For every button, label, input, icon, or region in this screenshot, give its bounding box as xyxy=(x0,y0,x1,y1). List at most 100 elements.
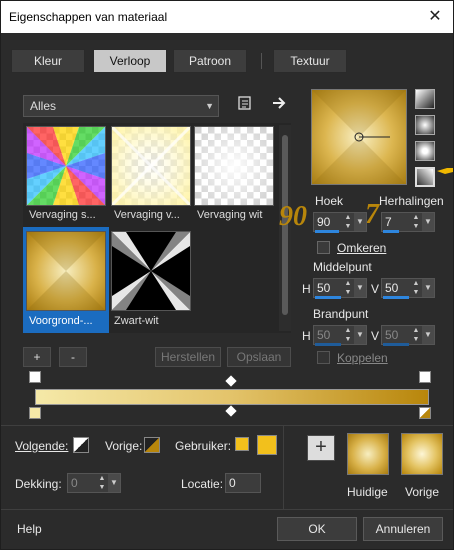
tab-patroon[interactable]: Patroon xyxy=(173,49,247,73)
spin-arrows-icon[interactable]: ▲ ▼ xyxy=(342,213,354,231)
chevron-down-icon[interactable]: ▼ xyxy=(422,213,434,231)
angle-slider[interactable] xyxy=(315,230,339,233)
gradient-label: Vervaging v... xyxy=(114,209,180,221)
opacity-spinbox[interactable]: 0 ▲ ▼ ▼ xyxy=(67,473,121,493)
radial-gradient-type-icon[interactable] xyxy=(415,167,435,187)
link-checkbox[interactable] xyxy=(317,351,330,364)
gradient-thumb-rainbow[interactable] xyxy=(26,126,106,206)
prev-color-swatch[interactable] xyxy=(144,437,160,453)
previous-swatch[interactable] xyxy=(401,433,443,475)
remove-gradient-button[interactable]: - xyxy=(59,347,87,367)
color-stop-end[interactable] xyxy=(419,407,431,419)
user-color-small[interactable] xyxy=(235,437,249,451)
spin-arrows-icon[interactable]: ▲ ▼ xyxy=(342,326,354,344)
next-color-swatch[interactable] xyxy=(73,437,89,453)
chevron-down-icon[interactable]: ▼ xyxy=(108,474,120,492)
next-label: Volgende: xyxy=(15,439,68,453)
gradient-label: Vervaging wit xyxy=(197,209,263,221)
gradient-thumb-yellow[interactable] xyxy=(110,125,192,207)
ok-button[interactable]: OK xyxy=(277,517,357,541)
pointer-hand-icon xyxy=(437,165,453,175)
rectangular-gradient-type-icon[interactable] xyxy=(415,115,435,135)
center-h-slider[interactable] xyxy=(315,296,341,299)
user-label: Gebruiker: xyxy=(175,439,232,453)
restore-button[interactable]: Herstellen xyxy=(155,347,221,367)
center-v-slider[interactable] xyxy=(383,296,409,299)
opacity-label: Dekking: xyxy=(15,477,62,491)
chevron-down-icon[interactable]: ▼ xyxy=(422,326,434,344)
linear-gradient-type-icon[interactable] xyxy=(415,89,435,109)
chevron-down-icon[interactable]: ▼ xyxy=(422,279,434,297)
chevron-down-icon[interactable]: ▼ xyxy=(354,213,366,231)
current-swatch[interactable] xyxy=(347,433,389,475)
link-label: Koppelen xyxy=(337,351,388,365)
chevron-down-icon[interactable]: ▼ xyxy=(354,326,366,344)
spin-arrows-icon[interactable]: ▲ ▼ xyxy=(410,213,422,231)
center-label: Middelpunt xyxy=(313,260,372,274)
window-title: Eigenschappen van materiaal xyxy=(9,10,168,24)
user-color-swatch[interactable] xyxy=(257,435,277,455)
help-link[interactable]: Help xyxy=(17,522,42,536)
divider xyxy=(1,425,453,426)
current-swatch-label: Huidige xyxy=(347,485,388,499)
category-dropdown[interactable]: Alles ▼ xyxy=(23,95,219,117)
center-h-value: 50 xyxy=(317,281,331,295)
gradient-thumb-gold[interactable] xyxy=(26,231,106,311)
focal-v-slider[interactable] xyxy=(383,343,409,346)
tab-divider xyxy=(261,53,262,69)
tab-verloop[interactable]: Verloop xyxy=(93,49,167,73)
spin-arrows-icon[interactable]: ▲ ▼ xyxy=(96,474,108,492)
focal-v-label: V xyxy=(371,329,380,343)
spin-arrows-icon[interactable]: ▲ ▼ xyxy=(342,279,354,297)
gradient-editor-bar[interactable] xyxy=(35,389,429,405)
repeats-slider[interactable] xyxy=(383,230,399,233)
invert-label: Omkeren xyxy=(337,241,387,255)
repeats-overlay-number: 7 xyxy=(365,199,379,230)
save-gradient-button[interactable]: Opslaan xyxy=(227,347,291,367)
gradient-label: Vervaging s... xyxy=(29,209,96,221)
angle-label: Hoek xyxy=(315,194,344,208)
location-input[interactable]: 0 xyxy=(225,473,261,493)
focal-h-spinbox[interactable]: 50 ▲ ▼ ▼ xyxy=(313,325,367,345)
center-v-spinbox[interactable]: 50 ▲ ▼ ▼ xyxy=(381,278,435,298)
focal-v-spinbox[interactable]: 50 ▲ ▼ ▼ xyxy=(381,325,435,345)
focal-h-label: H xyxy=(302,329,311,343)
gradient-preview[interactable] xyxy=(311,89,407,185)
color-midpoint[interactable] xyxy=(225,405,237,417)
gradient-thumb-white[interactable] xyxy=(194,126,274,206)
category-value: Alles xyxy=(30,99,57,113)
repeats-spinbox[interactable]: 7 ▲ ▼ ▼ xyxy=(381,212,435,232)
chevron-down-icon[interactable]: ▼ xyxy=(354,279,366,297)
spin-arrows-icon[interactable]: ▲ ▼ xyxy=(410,326,422,344)
prev-label: Vorige: xyxy=(105,439,143,453)
add-gradient-button[interactable]: + xyxy=(23,347,51,367)
file-list-icon[interactable] xyxy=(235,95,255,115)
opacity-midpoint[interactable] xyxy=(225,375,237,387)
invert-checkbox[interactable] xyxy=(317,241,330,254)
focal-h-slider[interactable] xyxy=(315,343,341,346)
opacity-stop-end[interactable] xyxy=(419,371,431,383)
cancel-button[interactable]: Annuleren xyxy=(363,517,443,541)
opacity-stop-start[interactable] xyxy=(29,371,41,383)
tab-textuur[interactable]: Textuur xyxy=(273,49,347,73)
chevron-down-icon: ▼ xyxy=(205,101,214,111)
spin-arrows-icon[interactable]: ▲ ▼ xyxy=(410,279,422,297)
repeats-value: 7 xyxy=(385,215,392,229)
location-label: Locatie: xyxy=(181,477,224,491)
gradient-thumb-black-white[interactable] xyxy=(111,231,191,311)
gradient-library: Vervaging s... Vervaging v... Vervaging … xyxy=(23,123,291,333)
color-stop-start[interactable] xyxy=(29,407,41,419)
add-to-swatches-button[interactable]: + xyxy=(307,435,335,461)
location-value: 0 xyxy=(229,476,236,490)
sunburst-gradient-type-icon[interactable] xyxy=(415,141,435,161)
close-icon[interactable]: ✕ xyxy=(423,5,447,29)
center-h-label: H xyxy=(302,282,311,296)
center-h-spinbox[interactable]: 50 ▲ ▼ ▼ xyxy=(313,278,367,298)
repeats-label: Herhalingen xyxy=(379,194,444,208)
tab-kleur[interactable]: Kleur xyxy=(11,49,85,73)
angle-spinbox[interactable]: 90 ▲ ▼ ▼ xyxy=(313,212,367,232)
focal-label: Brandpunt xyxy=(313,307,369,321)
focal-h-value: 50 xyxy=(317,328,331,342)
opacity-value: 0 xyxy=(71,476,78,490)
arrow-right-icon[interactable] xyxy=(269,95,289,115)
